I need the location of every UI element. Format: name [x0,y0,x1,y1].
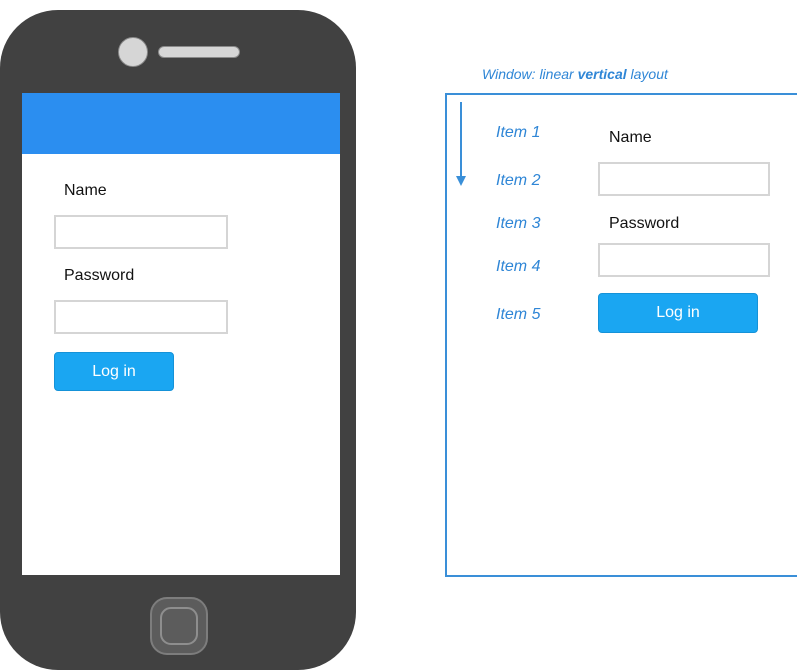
phone-mockup: Name Password Log in [0,10,356,670]
window-name-field[interactable] [598,162,770,196]
item-label: Item 5 [496,306,541,323]
speaker-icon [158,46,240,58]
item-label: Item 2 [496,172,541,189]
diagram-title-suffix: layout [626,66,668,82]
diagram-title-prefix: Window: linear [482,66,578,82]
item-label: Item 4 [496,258,541,275]
login-button[interactable]: Log in [54,352,174,391]
app-bar [22,93,340,154]
item-label: Item 1 [496,124,541,141]
window-login-button[interactable]: Log in [598,293,758,333]
window-password-field[interactable] [598,243,770,277]
window-name-label: Name [609,129,652,146]
window-password-label: Password [609,215,680,232]
password-field[interactable] [54,300,228,334]
item-label: Item 3 [496,215,541,232]
password-label: Password [64,267,135,284]
phone-screen: Name Password Log in [22,93,340,575]
home-button[interactable] [150,597,208,655]
diagram-title-emphasis: vertical [577,66,627,82]
diagram-title: Window: linear vertical layout [482,66,668,82]
direction-arrow-icon [456,102,466,186]
name-field[interactable] [54,215,228,249]
home-button-inner [160,607,198,645]
camera-icon [118,37,148,67]
name-label: Name [64,182,107,199]
